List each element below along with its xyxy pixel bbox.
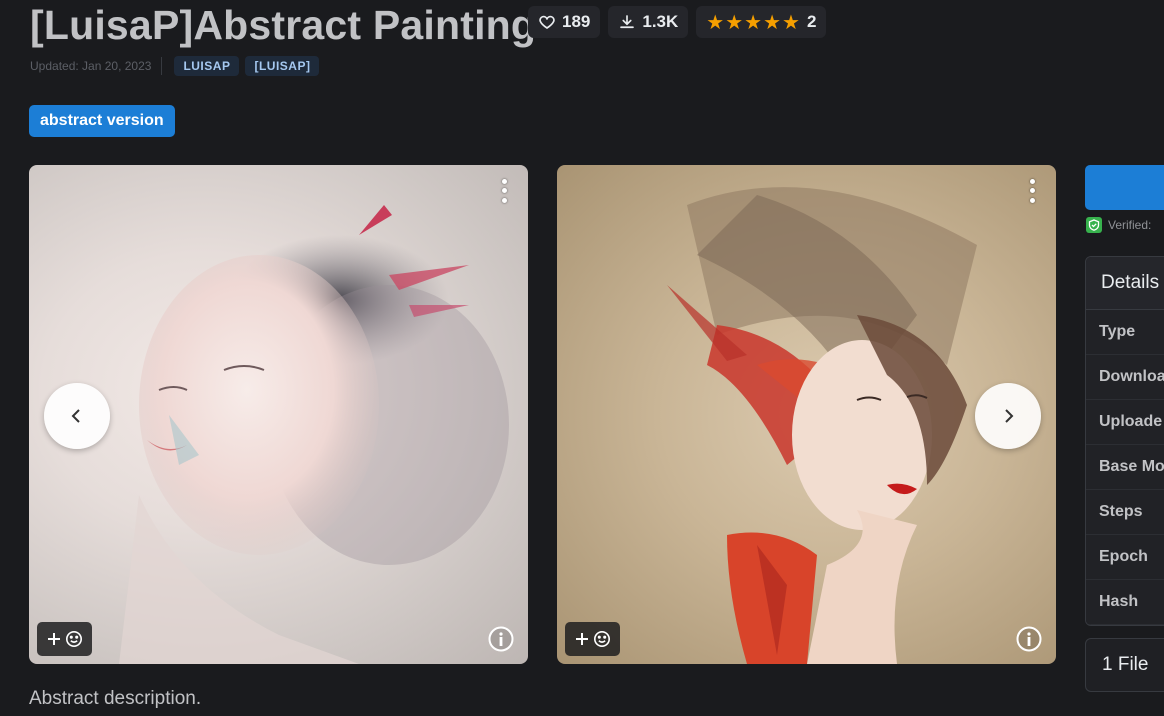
plus-icon bbox=[48, 633, 60, 645]
carousel-prev-button[interactable] bbox=[44, 383, 110, 449]
detail-row-hash: Hash bbox=[1086, 580, 1164, 625]
download-icon bbox=[620, 15, 635, 29]
info-icon[interactable] bbox=[1016, 626, 1042, 652]
rating-stars: ★★★★★ bbox=[706, 11, 801, 34]
verified-label: Verified: bbox=[1108, 218, 1152, 232]
info-icon[interactable] bbox=[488, 626, 514, 652]
version-button[interactable]: abstract version bbox=[29, 105, 175, 137]
plus-icon bbox=[576, 633, 588, 645]
model-stats: 189 1.3K ★★★★★ 2 bbox=[528, 6, 827, 38]
model-description: Abstract description. bbox=[29, 688, 202, 709]
shield-check-icon bbox=[1086, 217, 1102, 233]
detail-row-downloads: Downloa bbox=[1086, 355, 1164, 400]
detail-row-type: Type bbox=[1086, 310, 1164, 355]
details-panel: Details Type Downloa Uploade Base Mo Ste… bbox=[1085, 256, 1164, 626]
detail-row-epoch: Epoch bbox=[1086, 535, 1164, 580]
downloads-stat: 1.3K bbox=[608, 6, 689, 38]
detail-row-uploaded: Uploade bbox=[1086, 400, 1164, 445]
rating-count: 2 bbox=[806, 12, 817, 31]
download-button[interactable] bbox=[1085, 165, 1164, 210]
files-panel[interactable]: 1 File bbox=[1085, 638, 1164, 692]
meta-divider bbox=[161, 57, 163, 75]
updated-date: Updated: Jan 20, 2023 bbox=[30, 59, 152, 73]
chevron-right-icon bbox=[1005, 409, 1014, 423]
tag-chip[interactable]: [LUISAP] bbox=[245, 56, 320, 76]
heart-icon bbox=[539, 15, 555, 29]
tag-chip[interactable]: LUISAP bbox=[174, 56, 240, 76]
verified-badge: Verified: bbox=[1086, 217, 1151, 233]
downloads-count: 1.3K bbox=[642, 12, 679, 31]
likes-count: 189 bbox=[562, 12, 591, 31]
add-reaction-button[interactable] bbox=[37, 622, 92, 656]
image-menu-icon[interactable] bbox=[1024, 177, 1040, 205]
model-meta: Updated: Jan 20, 2023 LUISAP [LUISAP] bbox=[30, 56, 320, 76]
smiley-icon bbox=[593, 630, 611, 648]
image-menu-icon[interactable] bbox=[496, 177, 512, 205]
smiley-icon bbox=[65, 630, 83, 648]
chevron-left-icon bbox=[71, 409, 80, 423]
model-title: [LuisaP]Abstract Painting bbox=[30, 2, 537, 48]
detail-row-steps: Steps bbox=[1086, 490, 1164, 535]
rating-stat[interactable]: ★★★★★ 2 bbox=[696, 6, 827, 38]
likes-stat[interactable]: 189 bbox=[528, 6, 601, 38]
add-reaction-button[interactable] bbox=[565, 622, 620, 656]
details-title[interactable]: Details bbox=[1086, 257, 1164, 310]
detail-row-base-model: Base Mo bbox=[1086, 445, 1164, 490]
carousel-next-button[interactable] bbox=[975, 383, 1041, 449]
